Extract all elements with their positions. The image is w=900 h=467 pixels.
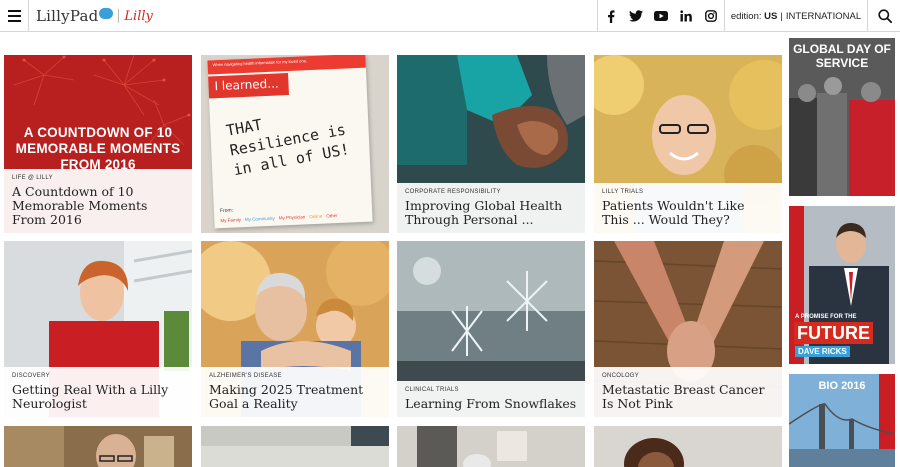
- social-links: [597, 0, 723, 32]
- tile-category: CORPORATE RESPONSIBILITY: [405, 189, 501, 195]
- search-icon[interactable]: [869, 0, 900, 32]
- tile-category: ONCOLOGY: [602, 373, 640, 379]
- card-handwriting: THAT Resilience is in all of US!: [224, 115, 351, 180]
- tile-title[interactable]: Making 2025 Treatment Goal a Reality: [209, 383, 381, 411]
- brand-divider: [118, 9, 120, 23]
- tile-title[interactable]: Metastatic Breast Cancer Is Not Pink: [602, 383, 774, 411]
- i-learned-card-image: When navigating health information for m…: [201, 55, 389, 233]
- tile-caption: LILLY TRIALS Patients Wouldn't Like This…: [594, 183, 782, 233]
- article-tile-patients[interactable]: LILLY TRIALS Patients Wouldn't Like This…: [594, 55, 782, 233]
- card-header: I learned...: [208, 73, 289, 99]
- office-image: [397, 426, 585, 467]
- edition-selector[interactable]: edition: US | INTERNATIONAL: [724, 0, 868, 32]
- tile-category: LIFE @ LILLY: [12, 175, 53, 181]
- promo-future-text: FUTURE: [794, 322, 873, 344]
- article-tile-row3-4[interactable]: [594, 426, 782, 467]
- tile-caption: DISCOVERY Getting Real With a Lilly Neur…: [4, 367, 192, 417]
- tile-caption: CORPORATE RESPONSIBILITY Improving Globa…: [397, 183, 585, 233]
- tile-caption: ONCOLOGY Metastatic Breast Cancer Is Not…: [594, 367, 782, 417]
- edition-label: edition:: [730, 10, 762, 22]
- tile-title[interactable]: Getting Real With a Lilly Neurologist: [12, 383, 184, 411]
- article-tile-neurologist[interactable]: DISCOVERY Getting Real With a Lilly Neur…: [4, 241, 192, 417]
- tile-category: DISCOVERY: [12, 373, 50, 379]
- tile-caption: CLINICAL TRIALS Learning From Snowflakes: [397, 381, 585, 417]
- promo-promise-line: A PROMISE FOR THE: [795, 314, 857, 320]
- article-tile-i-learned[interactable]: When navigating health information for m…: [201, 55, 389, 233]
- promo-bio-2016[interactable]: BIO 2016: [789, 374, 895, 467]
- card-tag: My Community: [244, 215, 275, 223]
- hamburger-menu-icon[interactable]: [0, 0, 29, 32]
- edition-international[interactable]: INTERNATIONAL: [786, 11, 861, 22]
- linkedin-icon[interactable]: [673, 0, 698, 32]
- man-with-glasses-image: [4, 426, 192, 467]
- article-tile-row3-2[interactable]: [201, 426, 389, 467]
- article-tile-row3-3[interactable]: [397, 426, 585, 467]
- card-top-strip: When navigating health information for m…: [207, 55, 366, 75]
- site-header: LillyPad Lilly edition: US | INTERNATIONAL: [0, 0, 900, 32]
- card-footer-tags: My Family My Community My Physician Onli…: [220, 213, 337, 223]
- brand-name: LillyPad: [36, 7, 99, 25]
- lab-image: [201, 426, 389, 467]
- article-tile-alzheimers[interactable]: ALZHEIMER'S DISEASE Making 2025 Treatmen…: [201, 241, 389, 417]
- promo-global-day-of-service[interactable]: GLOBAL DAY OF SERVICE: [789, 38, 895, 196]
- tile-category: LILLY TRIALS: [602, 189, 644, 195]
- twitter-icon[interactable]: [623, 0, 648, 32]
- card-tag: My Physician: [278, 214, 306, 221]
- tile-category: CLINICAL TRIALS: [405, 387, 459, 393]
- lilly-logo: Lilly: [124, 8, 153, 24]
- tile-caption: ALZHEIMER'S DISEASE Making 2025 Treatmen…: [201, 367, 389, 417]
- promo-bio-text: BIO 2016: [818, 380, 866, 392]
- article-tile-snowflakes[interactable]: CLINICAL TRIALS Learning From Snowflakes: [397, 241, 585, 417]
- tile-title[interactable]: A Countdown of 10 Memorable Moments From…: [12, 185, 184, 227]
- card-footer-from: From:: [219, 207, 234, 215]
- card-tag: My Family: [220, 217, 241, 224]
- article-tile-global-health[interactable]: CORPORATE RESPONSIBILITY Improving Globa…: [397, 55, 585, 233]
- tile-category: ALZHEIMER'S DISEASE: [209, 373, 282, 379]
- edition-divider: |: [780, 10, 783, 22]
- article-tile-countdown[interactable]: A COUNTDOWN OF 10 MEMORABLE MOMENTS FROM…: [4, 55, 192, 233]
- handwritten-card: When navigating health information for m…: [207, 55, 373, 229]
- tile-caption: LIFE @ LILLY A Countdown of 10 Memorable…: [4, 169, 192, 233]
- tile-title[interactable]: Improving Global Health Through Personal…: [405, 199, 577, 227]
- facebook-icon[interactable]: [598, 0, 623, 32]
- tile-title[interactable]: Patients Wouldn't Like This ... Would Th…: [602, 199, 774, 227]
- card-tag: Online: [309, 213, 323, 220]
- promo-name-text: DAVE RICKS: [795, 346, 850, 357]
- tile-title[interactable]: Learning From Snowflakes: [405, 397, 577, 411]
- article-tile-row3-1[interactable]: [4, 426, 192, 467]
- instagram-icon[interactable]: [698, 0, 723, 32]
- brand-logo[interactable]: LillyPad Lilly: [36, 6, 153, 26]
- woman-portrait-image: [594, 426, 782, 467]
- card-tag: Other: [326, 212, 338, 219]
- tile-overlay-text: A COUNTDOWN OF 10 MEMORABLE MOMENTS FROM…: [15, 125, 181, 172]
- youtube-icon[interactable]: [648, 0, 673, 32]
- edition-us[interactable]: US: [764, 11, 777, 22]
- promo-dave-ricks[interactable]: A PROMISE FOR THE FUTURE DAVE RICKS: [789, 206, 895, 364]
- speech-bubble-icon: [99, 7, 114, 19]
- article-tile-breast-cancer[interactable]: ONCOLOGY Metastatic Breast Cancer Is Not…: [594, 241, 782, 417]
- card-note: When navigating health information for m…: [212, 58, 308, 68]
- promo-service-text: GLOBAL DAY OF SERVICE: [793, 42, 891, 70]
